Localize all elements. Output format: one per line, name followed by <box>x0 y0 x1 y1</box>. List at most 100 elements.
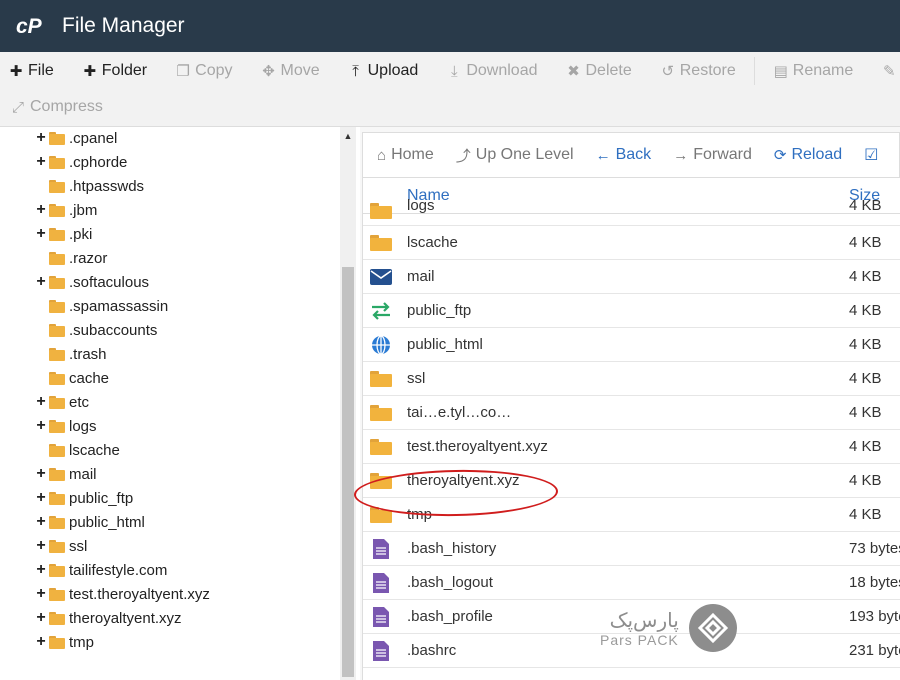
tree-item[interactable]: + mail <box>34 462 96 486</box>
tree-item-label: public_ftp <box>69 489 134 507</box>
tree-item[interactable]: + public_html <box>34 510 145 534</box>
tree-item-label: tailifestyle.com <box>69 561 168 579</box>
level-up-icon: ⤴ <box>455 147 471 165</box>
watermark: پارس‌پک Pars PACK <box>600 602 740 654</box>
file-size: 4 KB <box>849 404 882 421</box>
folder-icon <box>49 131 65 145</box>
tree-item-label: test.theroyaltyent.xyz <box>69 585 210 603</box>
download-button[interactable]: ⤓ Download <box>446 62 537 80</box>
file-button[interactable]: ✚ File <box>8 62 54 80</box>
toolbar: ✚ File ✚ Folder ❐ Copy ✥ Move ⤒ Upload ⤓ Download ✖ D… <box>0 52 900 127</box>
table-row[interactable]: tai…e.tyl…co… 4 KB <box>363 396 900 430</box>
tree-item[interactable]: + .softaculous <box>34 270 149 294</box>
folder-icon <box>370 201 392 221</box>
tree-item-label: ssl <box>69 537 88 555</box>
table-row[interactable]: public_html 4 KB <box>363 328 900 362</box>
compress-button[interactable]: ⤢ Compress <box>10 98 103 116</box>
folder-icon <box>49 179 65 193</box>
arrow-right-icon: → <box>673 146 689 164</box>
folder-icon <box>49 155 65 169</box>
tree-item[interactable]: lscache <box>34 438 120 462</box>
tree-item[interactable]: + tailifestyle.com <box>34 558 167 582</box>
expand-plus-icon[interactable]: + <box>34 201 48 219</box>
table-row[interactable]: lscache 4 KB <box>363 226 900 260</box>
table-row[interactable]: logs 4 KB <box>363 197 900 226</box>
move-button[interactable]: ✥ Move <box>261 62 320 80</box>
expand-plus-icon[interactable]: + <box>34 633 48 651</box>
tree-item-label: theroyaltyent.xyz <box>69 609 182 627</box>
restore-button[interactable]: ↺ Restore <box>660 62 735 80</box>
expand-plus-icon[interactable]: + <box>34 537 48 555</box>
tree-item-label: .spamassassin <box>69 297 169 315</box>
tree-item[interactable]: + test.theroyaltyent.xyz <box>34 582 210 606</box>
scroll-thumb[interactable] <box>342 267 354 677</box>
rename-button[interactable]: ▤ Rename <box>773 62 854 80</box>
expand-plus-icon[interactable]: + <box>34 225 48 243</box>
file-size: 4 KB <box>849 438 882 455</box>
copy-button[interactable]: ❐ Copy <box>175 62 232 80</box>
tree-item[interactable]: + tmp <box>34 630 94 654</box>
tree-item[interactable]: + .pki <box>34 222 92 246</box>
tree-scrollbar[interactable]: ▲ <box>340 127 356 680</box>
expand-plus-icon[interactable]: + <box>34 393 48 411</box>
app-title: File Manager <box>62 14 185 37</box>
delete-button[interactable]: ✖ Delete <box>565 62 632 80</box>
tree-item[interactable]: + logs <box>34 414 96 438</box>
expand-plus-icon[interactable]: + <box>34 273 48 291</box>
ec-button[interactable]: ✎Ec <box>881 62 900 80</box>
select-all-checkbox-icon[interactable]: ☑ <box>864 145 878 165</box>
nav-button-label: Reload <box>791 146 843 163</box>
file-name: lscache <box>407 234 458 251</box>
tree-item[interactable]: .subaccounts <box>34 318 157 342</box>
tree-item[interactable]: + .cpanel <box>34 127 117 150</box>
file-name: tai…e.tyl…co… <box>407 404 512 421</box>
tree-item[interactable]: + theroyaltyent.xyz <box>34 606 182 630</box>
cpanel-logo-icon[interactable]: cP <box>16 13 54 39</box>
folder-icon <box>49 347 65 361</box>
reload-button[interactable]: ⟳ Reload <box>774 146 842 164</box>
table-row[interactable]: test.theroyaltyent.xyz 4 KB <box>363 430 900 464</box>
expand-plus-icon[interactable]: + <box>34 609 48 627</box>
file-size: 193 bytes <box>849 608 900 625</box>
file-size: 4 KB <box>849 506 882 523</box>
forward-button[interactable]: → Forward <box>673 146 752 164</box>
tree-item[interactable]: + .jbm <box>34 198 97 222</box>
table-row[interactable]: mail 4 KB <box>363 260 900 294</box>
tree-item[interactable]: + public_ftp <box>34 486 133 510</box>
expand-plus-icon[interactable]: + <box>34 129 48 147</box>
tree-item[interactable]: .trash <box>34 342 107 366</box>
expand-plus-icon[interactable]: + <box>34 465 48 483</box>
expand-plus-icon[interactable]: + <box>34 561 48 579</box>
folder-button[interactable]: ✚ Folder <box>82 62 147 80</box>
tree-item[interactable]: cache <box>34 366 109 390</box>
tree-item[interactable]: .spamassassin <box>34 294 168 318</box>
edit-icon: ✎ <box>882 63 896 80</box>
tree-item[interactable]: .htpasswds <box>34 174 144 198</box>
tree-item[interactable]: .razor <box>34 246 107 270</box>
expand-plus-icon[interactable]: + <box>34 585 48 603</box>
folder-icon <box>49 611 65 625</box>
toolbar-button-label: Move <box>280 62 320 79</box>
tree-item-label: .trash <box>69 345 107 363</box>
upload-button[interactable]: ⤒ Upload <box>348 62 418 80</box>
file-icon <box>370 641 392 661</box>
tree-item-label: .softaculous <box>69 273 150 291</box>
home-button[interactable]: ⌂ Home <box>377 146 434 164</box>
file-size: 18 bytes <box>849 574 900 591</box>
table-row[interactable]: .bash_logout 18 bytes <box>363 566 900 600</box>
table-row[interactable]: public_ftp 4 KB <box>363 294 900 328</box>
scroll-up-arrow-icon[interactable]: ▲ <box>343 131 353 141</box>
expand-plus-icon[interactable]: + <box>34 153 48 171</box>
expand-plus-icon[interactable]: + <box>34 489 48 507</box>
expand-plus-icon[interactable]: + <box>34 513 48 531</box>
file-list-panel: ⌂ Home ⤴ Up One Level ← Back → Forward ⟳ Reload ☑ … <box>360 127 900 680</box>
up-one-level-button[interactable]: ⤴ Up One Level <box>456 145 574 166</box>
tree-item[interactable]: + etc <box>34 390 89 414</box>
expand-plus-icon[interactable]: + <box>34 417 48 435</box>
back-button[interactable]: ← Back <box>596 146 652 164</box>
tree-item[interactable]: + .cphorde <box>34 150 127 174</box>
table-row[interactable]: ssl 4 KB <box>363 362 900 396</box>
tree-item[interactable]: + ssl <box>34 534 87 558</box>
folder-icon <box>49 203 65 217</box>
table-row[interactable]: .bash_history 73 bytes <box>363 532 900 566</box>
